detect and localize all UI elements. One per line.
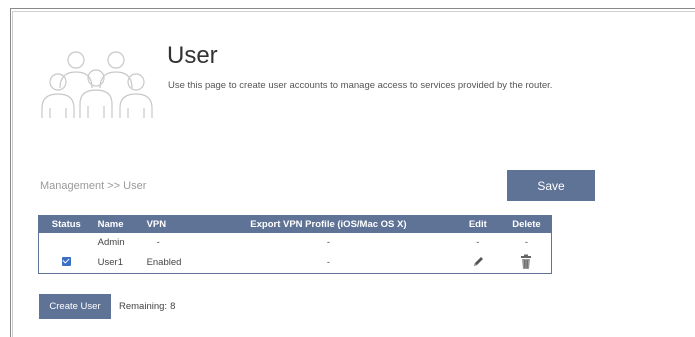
- save-button[interactable]: Save: [507, 170, 595, 201]
- row-edit: [454, 251, 502, 274]
- remaining-count: Remaining: 8: [119, 301, 175, 312]
- column-header-export: Export VPN Profile (iOS/Mac OS X): [203, 215, 454, 233]
- column-header-status: Status: [38, 215, 94, 233]
- row-vpn: -: [156, 236, 160, 248]
- create-user-button[interactable]: Create User: [39, 294, 111, 319]
- frame-border-left-inner: [12, 11, 13, 337]
- table-header-row: Status Name VPN Export VPN Profile (iOS/…: [38, 215, 552, 233]
- page-title: User: [167, 42, 218, 69]
- row-edit: -: [476, 236, 480, 248]
- row-export: -: [326, 236, 330, 248]
- row-name: Admin: [97, 236, 125, 248]
- row-status: [39, 251, 94, 274]
- users-table: Status Name VPN Export VPN Profile (iOS/…: [38, 215, 552, 274]
- column-header-edit: Edit: [453, 215, 502, 233]
- row-delete: -: [524, 236, 529, 248]
- row-vpn: Enabled: [146, 256, 182, 268]
- row-export: -: [326, 256, 330, 268]
- table-row: Admin - - - -: [39, 233, 552, 251]
- remaining-label: Remaining:: [119, 301, 168, 312]
- pencil-icon[interactable]: [471, 255, 485, 269]
- column-header-name: Name: [93, 215, 143, 233]
- page-description: Use this page to create user accounts to…: [168, 80, 553, 91]
- frame-border-top: [10, 8, 695, 9]
- row-name: User1: [97, 256, 123, 268]
- column-header-vpn: VPN: [142, 215, 204, 233]
- remaining-value: 8: [170, 301, 176, 312]
- status-checkbox[interactable]: [61, 257, 71, 267]
- frame-border-top-inner: [12, 11, 695, 12]
- users-group-icon: [41, 51, 153, 118]
- breadcrumb: Management >> User: [40, 180, 147, 192]
- row-status: [39, 233, 94, 251]
- column-header-delete: Delete: [501, 215, 552, 233]
- row-delete: [502, 251, 552, 274]
- trash-icon[interactable]: [519, 254, 533, 270]
- frame-border-left: [10, 8, 11, 337]
- table-row: User1 Enabled -: [39, 251, 552, 274]
